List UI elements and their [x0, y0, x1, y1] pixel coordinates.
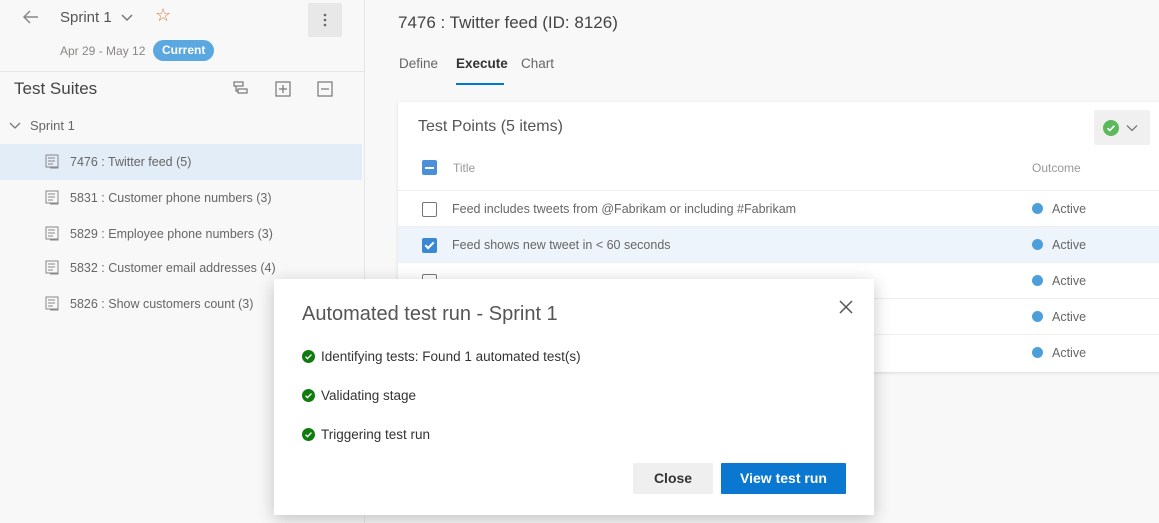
close-icon[interactable] [836, 297, 856, 317]
suite-label: 7476 : Twitter feed (5) [70, 155, 192, 169]
status-dot-icon [1032, 275, 1043, 286]
dialog-title: Automated test run - Sprint 1 [302, 303, 558, 325]
test-suite-icon [45, 260, 59, 275]
column-header-outcome[interactable]: Outcome [1032, 161, 1081, 175]
success-check-icon [302, 428, 315, 441]
collapse-all-icon[interactable] [316, 80, 334, 98]
hierarchy-icon[interactable] [232, 80, 250, 98]
column-header-title[interactable]: Title [453, 161, 475, 175]
row-checkbox[interactable] [422, 238, 437, 253]
check-circle-icon [1103, 120, 1119, 136]
card-title: Test Points (5 items) [418, 118, 563, 135]
status-dot-icon [1032, 311, 1043, 322]
active-tab-indicator [456, 83, 504, 85]
tab-chart[interactable]: Chart [521, 56, 554, 71]
row-outcome: Active [1052, 274, 1087, 288]
suite-label: 5832 : Customer email addresses (4) [70, 261, 276, 275]
row-outcome: Active [1052, 310, 1087, 324]
divider [0, 71, 364, 72]
step-item: Triggering test run [302, 427, 430, 442]
row-title: Feed includes tweets from @Fabrikam or i… [452, 202, 797, 216]
test-suite-icon [45, 154, 59, 169]
status-dot-icon [1032, 239, 1043, 250]
expand-all-icon[interactable] [274, 80, 292, 98]
row-checkbox[interactable] [422, 202, 437, 217]
suite-label: 5831 : Customer phone numbers (3) [70, 191, 272, 205]
status-badge: Current [153, 40, 215, 61]
suite-item[interactable]: 5829 : Employee phone numbers (3) [0, 216, 362, 252]
row-outcome: Active [1052, 346, 1087, 360]
tab-define[interactable]: Define [399, 56, 438, 71]
chevron-down-icon[interactable] [120, 13, 134, 23]
suite-item[interactable]: 5831 : Customer phone numbers (3) [0, 180, 362, 216]
more-vertical-icon [323, 13, 327, 27]
select-all-checkbox[interactable] [422, 160, 437, 175]
step-item: Identifying tests: Found 1 automated tes… [302, 349, 581, 364]
automated-test-run-dialog: Automated test run - Sprint 1 Identifyin… [274, 279, 874, 515]
row-outcome: Active [1052, 202, 1087, 216]
tree-root-label: Sprint 1 [30, 118, 75, 133]
outcome-filter-button[interactable] [1094, 110, 1150, 145]
suite-item[interactable]: 7476 : Twitter feed (5) [0, 144, 362, 180]
section-title: Test Suites [14, 79, 98, 98]
sprint-title[interactable]: Sprint 1 [60, 9, 112, 26]
tree-root-sprint[interactable]: Sprint 1 [8, 118, 75, 133]
step-label: Triggering test run [321, 427, 431, 442]
chevron-down-icon [9, 122, 21, 129]
back-arrow-icon[interactable] [20, 6, 42, 28]
chevron-down-icon [1126, 125, 1138, 132]
step-label: Validating stage [321, 388, 417, 403]
star-icon[interactable]: ☆ [155, 5, 171, 26]
success-check-icon [302, 389, 315, 402]
status-dot-icon [1032, 347, 1043, 358]
page-title: 7476 : Twitter feed (ID: 8126) [398, 13, 618, 32]
suite-label: 5829 : Employee phone numbers (3) [70, 227, 273, 241]
row-title: Feed shows new tweet in < 60 seconds [452, 238, 671, 252]
test-suite-icon [45, 226, 59, 241]
view-test-run-button[interactable]: View test run [721, 463, 846, 494]
test-suite-icon [45, 190, 59, 205]
table-row[interactable]: Feed shows new tweet in < 60 seconds Act… [398, 226, 1159, 263]
sprint-dates: Apr 29 - May 12 [60, 44, 146, 58]
more-options-button[interactable] [308, 3, 342, 37]
suite-label: 5826 : Show customers count (3) [70, 297, 254, 311]
success-check-icon [302, 350, 315, 363]
step-item: Validating stage [302, 388, 416, 403]
table-row[interactable]: Feed includes tweets from @Fabrikam or i… [398, 190, 1159, 227]
close-button[interactable]: Close [633, 463, 713, 494]
test-suite-icon [45, 296, 59, 311]
row-outcome: Active [1052, 238, 1087, 252]
step-label: Identifying tests: Found 1 automated tes… [321, 349, 581, 364]
tab-execute[interactable]: Execute [456, 56, 508, 71]
status-dot-icon [1032, 203, 1043, 214]
